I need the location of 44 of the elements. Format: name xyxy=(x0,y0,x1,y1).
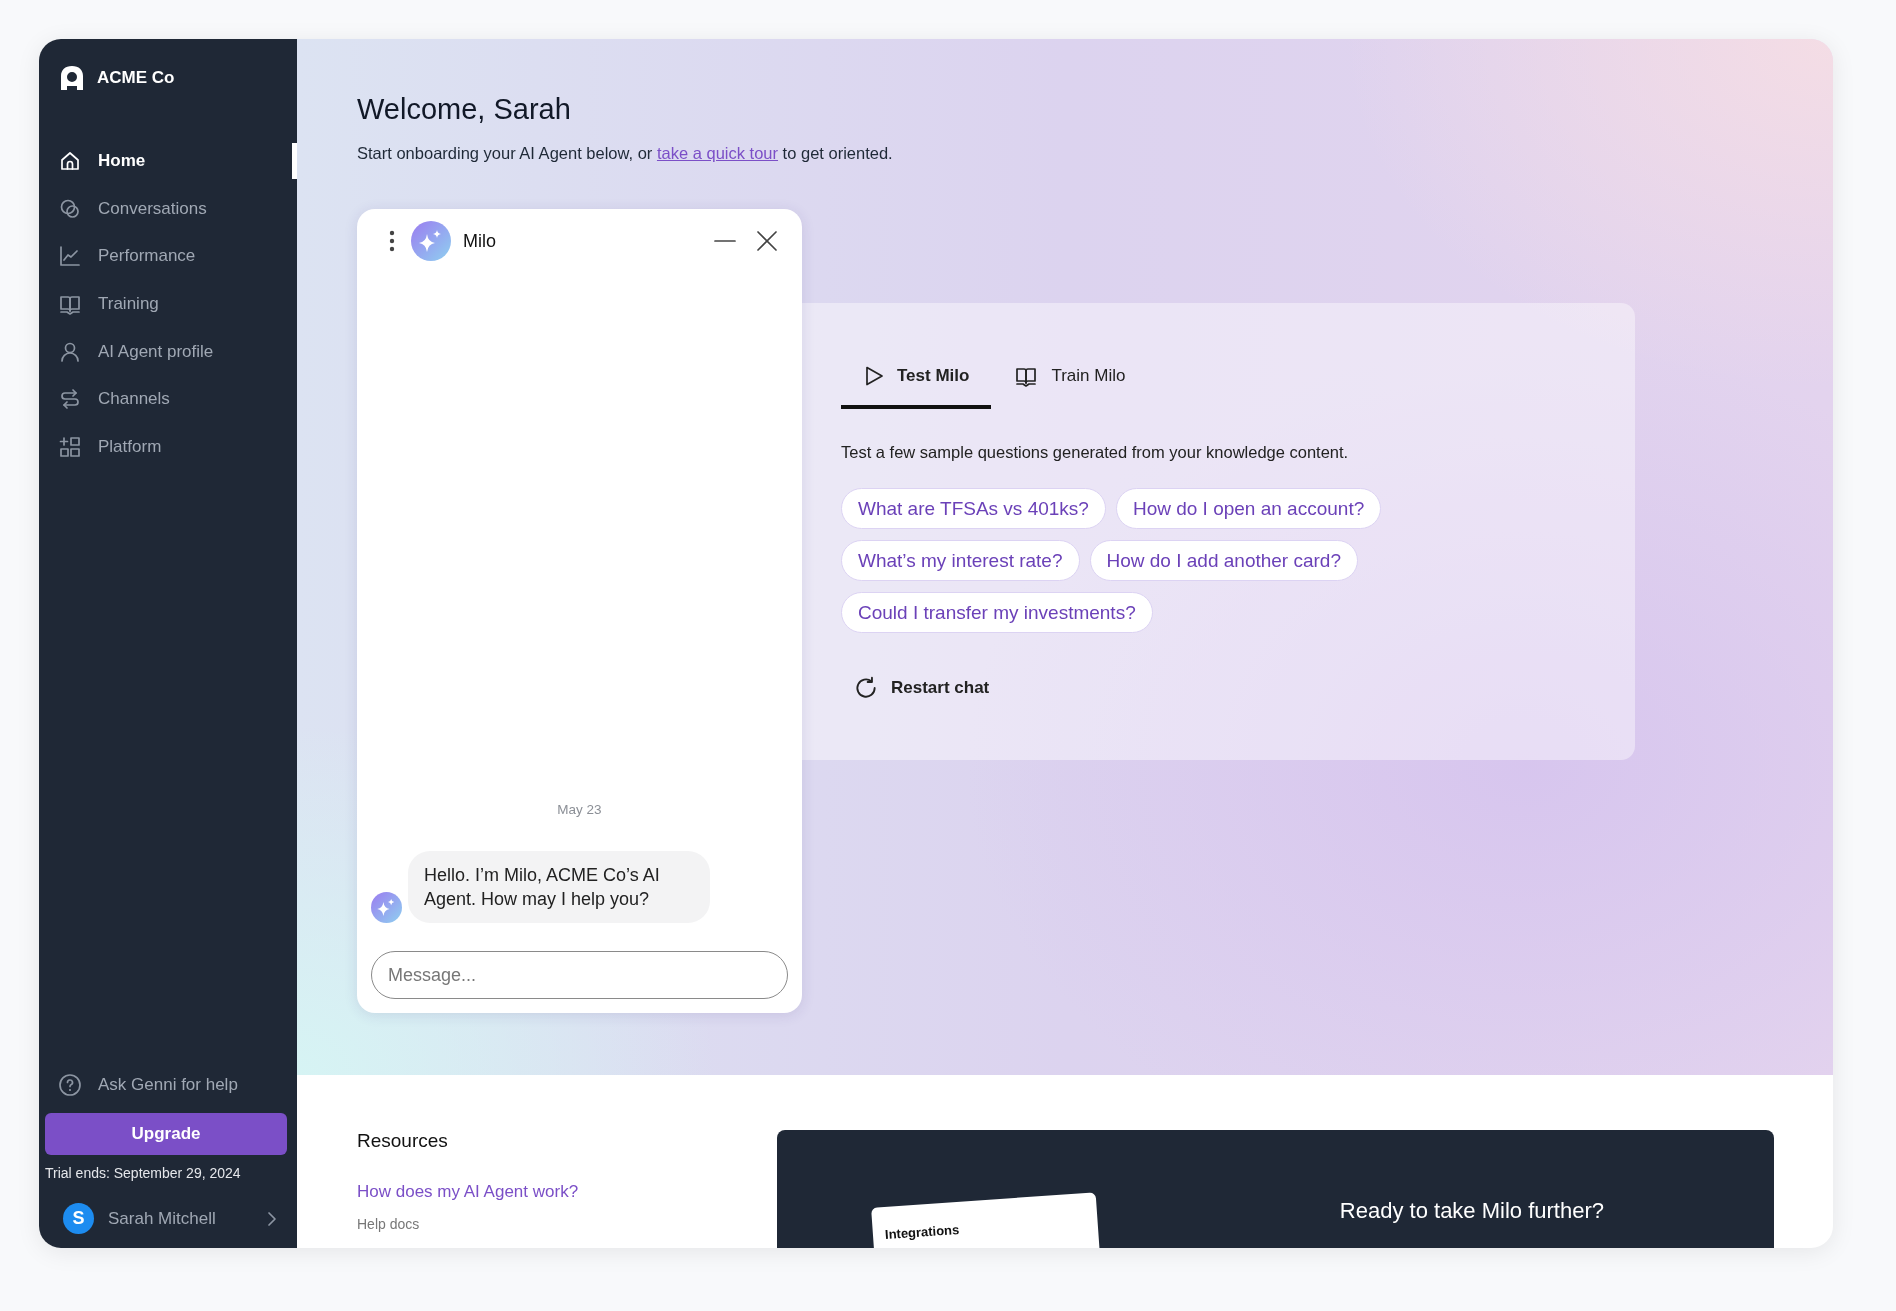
section-title: Resources xyxy=(357,1130,449,1152)
nav-item[interactable]: Performance xyxy=(39,232,297,281)
sparkle-avatar-icon xyxy=(371,892,402,923)
chat-date: May 23 xyxy=(557,802,602,817)
nav-item[interactable]: AI Agent profile xyxy=(39,327,297,376)
nav-item[interactable]: Training xyxy=(39,280,297,328)
refresh-icon xyxy=(853,675,879,701)
page-title: Welcome, Sarah xyxy=(357,93,572,126)
user-name[interactable]: Sarah Mitchell xyxy=(108,1208,253,1229)
tab[interactable]: Test Milo xyxy=(841,347,992,409)
nav-item[interactable]: Platform xyxy=(39,423,297,471)
message-field[interactable]: Message... xyxy=(371,951,788,999)
resource-link[interactable]: How does my AI Agent work? xyxy=(357,1182,579,1202)
nav-icon xyxy=(58,434,82,459)
nav-icon xyxy=(58,244,82,269)
help-icon xyxy=(58,1073,82,1097)
panel-description: Test a few sample questions generated from your knowledge content. xyxy=(841,443,1350,462)
logo-icon xyxy=(61,66,83,90)
user-avatar[interactable]: S xyxy=(63,1203,94,1234)
help-link[interactable]: Ask Genni for help xyxy=(39,1065,297,1105)
tab[interactable]: Train Milo xyxy=(991,347,1148,409)
question-chip[interactable]: How do I add another card? xyxy=(1089,540,1358,581)
question-chip[interactable]: Could I transfer my investments? xyxy=(841,592,1153,633)
intro-text: Start onboarding your AI Agent below, or take a quick tour to get oriented. xyxy=(357,144,894,163)
play-icon xyxy=(863,365,885,387)
trial-text: Trial ends: September 29, 2024 xyxy=(45,1165,242,1181)
question-chip[interactable]: How do I open an account? xyxy=(1115,488,1382,529)
resource-subtitle: Help docs xyxy=(357,1216,421,1232)
brand-name: ACME Co xyxy=(97,68,175,88)
chat-title: Milo xyxy=(463,230,497,252)
nav-item[interactable]: Conversations xyxy=(39,184,297,233)
question-chip[interactable]: What’s my interest rate? xyxy=(841,540,1080,581)
nav-item[interactable]: Home xyxy=(39,137,297,185)
restart-button[interactable]: Restart chat xyxy=(853,675,990,701)
promo-title: Ready to take Milo further? xyxy=(1339,1198,1604,1225)
upgrade-button[interactable]: Upgrade xyxy=(45,1113,287,1155)
nav-icon xyxy=(58,387,82,412)
sparkle-avatar-icon xyxy=(411,221,451,261)
chevron-icon[interactable] xyxy=(267,1210,277,1227)
nav-item[interactable]: Channels xyxy=(39,375,297,424)
chat-bubble: Hello. I’m Milo, ACME Co’s AI Agent. How may I help you? xyxy=(408,851,710,923)
question-chip[interactable]: What are TFSAs vs 401ks? xyxy=(841,488,1106,529)
tour-link[interactable]: take a quick tour xyxy=(656,144,779,162)
active-indicator xyxy=(292,143,297,179)
